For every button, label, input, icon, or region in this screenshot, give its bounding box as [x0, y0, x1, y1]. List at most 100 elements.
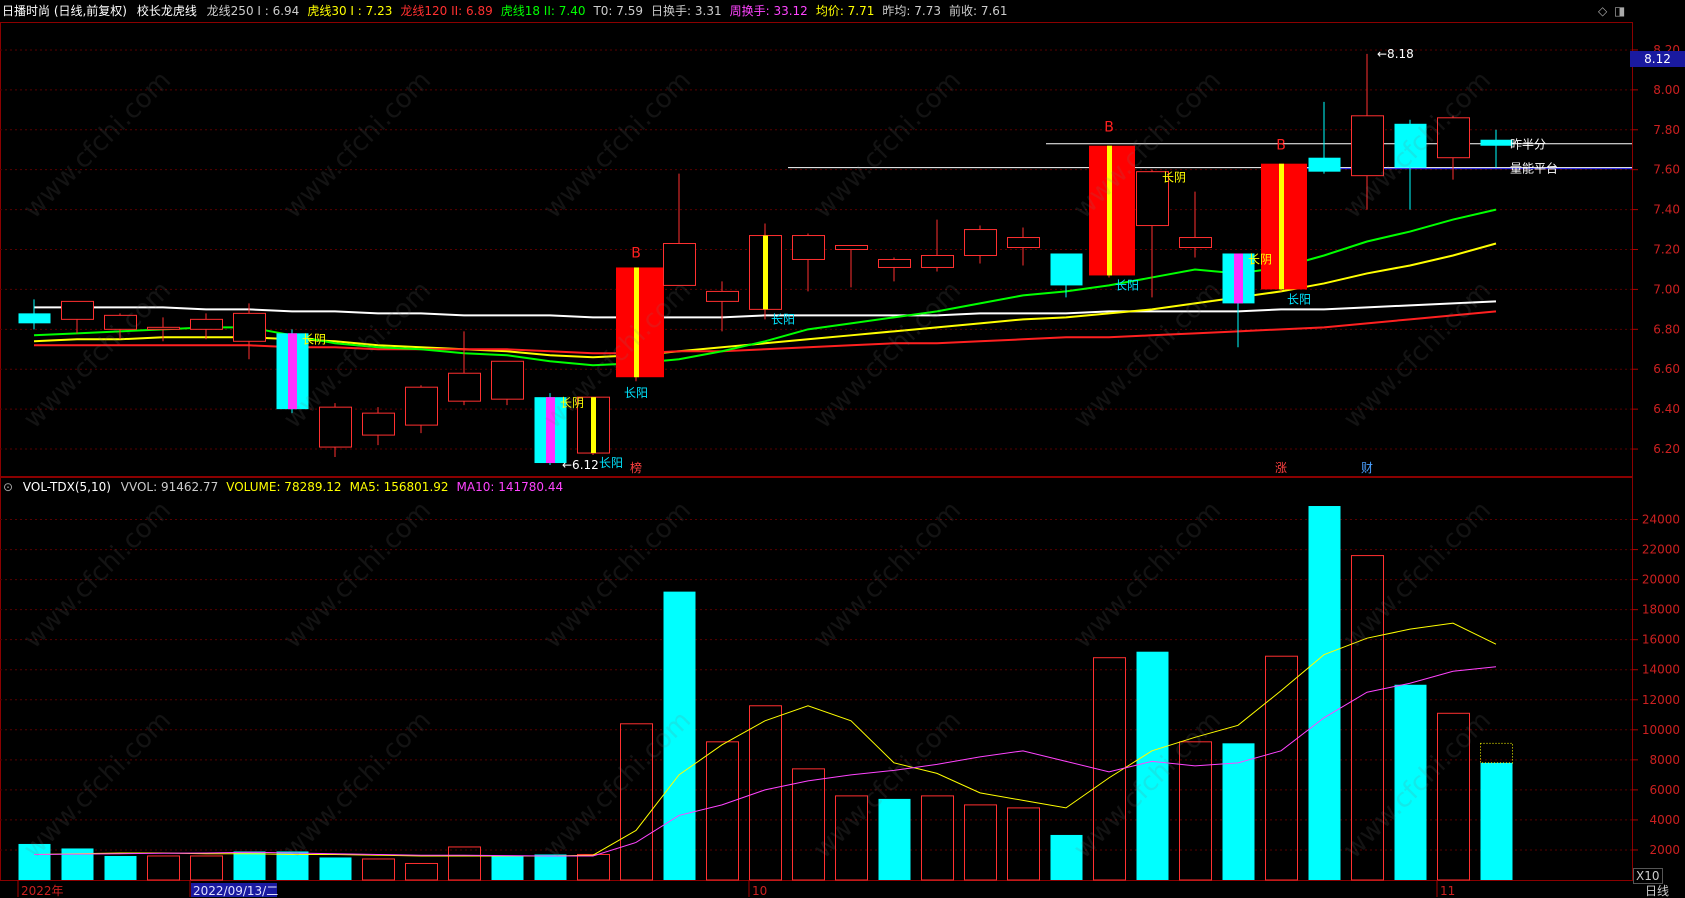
- volume-tick-label: 4000: [1649, 813, 1680, 827]
- price-tick-label: 6.40: [1653, 402, 1680, 416]
- candle-body: [663, 243, 696, 286]
- price-tick-label: 8.00: [1653, 83, 1680, 97]
- volume-bar: [1480, 762, 1513, 880]
- price-panel-header: 日播时尚 (日线,前复权) 校长龙虎线 龙线250 I : 6.94 虎线30 I…: [0, 0, 1685, 22]
- chart-annotation: B: [631, 245, 641, 261]
- candle-body: [706, 290, 739, 302]
- chart-annotation: 长阴: [302, 332, 326, 346]
- candle-body: [1351, 115, 1384, 177]
- settings-icon[interactable]: ◇: [1598, 4, 1607, 18]
- candle-center-stripe: [288, 333, 297, 410]
- volume-bar: [577, 853, 610, 881]
- chart-stage: 6.20 6.40 6.60 6.80 7.00 7.20 7.40 7.60 7.80 8.00…: [0, 0, 1685, 898]
- volume-bar: [1050, 834, 1083, 880]
- volume-bar: [1136, 651, 1169, 880]
- volume-panel-header: ⊙ VOL-TDX(5,10) VVOL: 91462.77 VOLUME: 78…: [0, 477, 577, 497]
- candle-body: [233, 312, 266, 342]
- chart-annotation: 财: [1361, 461, 1373, 475]
- x-axis-label: 11: [1440, 884, 1455, 898]
- hdr-value: 虎线30 I : 7.23: [307, 4, 393, 18]
- volume-bar: [663, 591, 696, 880]
- vol-value: MA5: 156801.92: [349, 480, 449, 494]
- window-toggle-icon[interactable]: ◨: [1614, 4, 1625, 18]
- candle-body: [61, 300, 94, 320]
- volume-tick-label: 6000: [1649, 783, 1680, 797]
- hdr-value: 昨均: 7.73: [882, 4, 941, 18]
- volume-bar: [448, 846, 481, 881]
- volume-bar: [190, 855, 223, 881]
- volume-bar: [706, 741, 739, 881]
- candle-body: [1437, 117, 1470, 159]
- chart-annotation: ←8.18: [1377, 47, 1414, 61]
- period-label[interactable]: 日线: [1645, 884, 1669, 898]
- x-axis-label: 2022年: [21, 884, 64, 898]
- hdr-value: T0: 7.59: [593, 4, 644, 18]
- volume-tick-label: 18000: [1642, 603, 1680, 617]
- volume-indicator-name[interactable]: VOL-TDX(5,10): [23, 480, 111, 494]
- hdr-value: 周换手: 33.12: [729, 4, 808, 18]
- price-tick-label: 6.80: [1653, 322, 1680, 336]
- volume-bar: [362, 858, 395, 881]
- price-badge: 8.12: [1630, 51, 1685, 67]
- chart-annotation: B: [1104, 120, 1114, 136]
- price-tick-label: 6.20: [1653, 442, 1680, 456]
- candle-body: [491, 360, 524, 400]
- hdr-value: 日换手: 3.31: [651, 4, 722, 18]
- volume-tick-label: 14000: [1642, 663, 1680, 677]
- volume-bar: [1437, 712, 1470, 881]
- indicator-values: 龙线250 I : 6.94 虎线30 I : 7.23 龙线120 II: 6.8…: [207, 4, 1016, 18]
- collapse-icon[interactable]: ⊙: [3, 480, 13, 494]
- volume-tick-label: 24000: [1642, 513, 1680, 527]
- hdr-value: 龙线250 I : 6.94: [206, 4, 300, 18]
- vol-value: VVOL: 91462.77: [120, 480, 219, 494]
- candle-body: [448, 372, 481, 402]
- chart-annotation: 长阳: [624, 386, 648, 400]
- candle-body: [616, 267, 664, 378]
- volume-bar: [1394, 684, 1427, 880]
- chart-annotation: B: [1276, 138, 1286, 154]
- chart-annotation: 长阳: [1115, 278, 1139, 292]
- volume-tick-label: 12000: [1642, 693, 1680, 707]
- hdr-value: 龙线120 II: 6.89: [400, 4, 493, 18]
- volume-tick-label: 10000: [1642, 723, 1680, 737]
- volume-bar: [104, 855, 137, 880]
- candle-body: [1308, 157, 1341, 172]
- chart-annotation: 长阳: [599, 456, 623, 470]
- volume-bar: [276, 851, 309, 880]
- zoom-label[interactable]: X10: [1633, 868, 1663, 884]
- candle-body: [1394, 123, 1427, 168]
- volume-bar: [147, 855, 180, 881]
- chart-annotation: 量能平台: [1510, 161, 1558, 176]
- vol-value: VOLUME: 78289.12: [226, 480, 342, 494]
- candle-body: [964, 229, 997, 256]
- volume-ma-line-MA10: [33, 666, 1497, 857]
- volume-bar: [18, 843, 51, 880]
- volume-bar: [233, 851, 266, 880]
- candle-body: [1480, 139, 1513, 146]
- candle-body: [835, 245, 868, 251]
- indicator-name[interactable]: 校长龙虎线: [137, 4, 197, 18]
- volume-tick-label: 20000: [1642, 573, 1680, 587]
- x-axis-label: 2022/09/13/二: [193, 884, 278, 898]
- chart-annotation: 长阳: [1287, 292, 1311, 306]
- price-tick-label: 7.80: [1653, 123, 1680, 137]
- chart-annotation: 榜: [630, 460, 642, 475]
- candle-center-stripe: [1279, 163, 1284, 290]
- candle-body: [104, 314, 137, 330]
- kline-chart[interactable]: 6.20 6.40 6.60 6.80 7.00 7.20 7.40 7.60 7.80 8.00…: [0, 0, 1685, 898]
- candle-body: [1179, 237, 1212, 249]
- stock-title[interactable]: 日播时尚 (日线,前复权): [2, 4, 127, 18]
- volume-tick-label: 2000: [1649, 843, 1680, 857]
- candle-body: [190, 318, 223, 330]
- hdr-value: 均价: 7.71: [815, 4, 875, 18]
- volume-bar: [921, 795, 954, 881]
- volume-bar: [620, 723, 653, 881]
- volume-ma-line-MA5: [33, 622, 1497, 857]
- chart-annotation: 长阳: [771, 312, 795, 326]
- chart-annotation: 涨: [1275, 460, 1287, 475]
- candle-body: [405, 386, 438, 426]
- candle-center-stripe: [591, 397, 596, 454]
- volume-bar: [749, 705, 782, 881]
- volume-bar: [1007, 807, 1040, 881]
- vol-value: MA10: 141780.44: [456, 480, 564, 494]
